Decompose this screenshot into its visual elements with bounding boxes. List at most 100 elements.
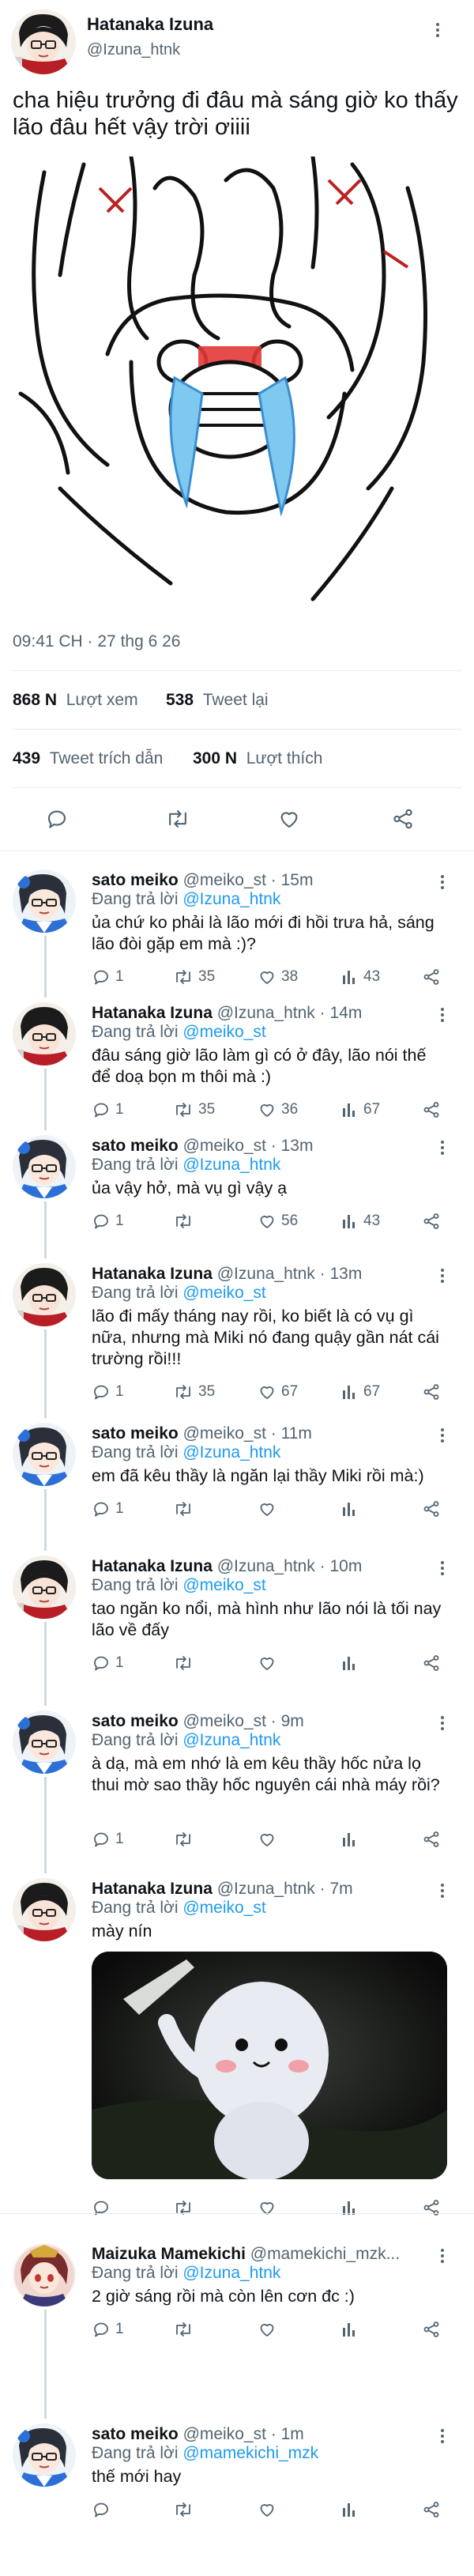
reply-author[interactable]: sato meiko @meiko_st · 1m [92, 2425, 304, 2444]
reply-button[interactable]: 1 [92, 1209, 124, 1234]
avatar-izuna[interactable] [13, 1263, 76, 1326]
reply-icon[interactable] [41, 803, 73, 835]
share-button[interactable] [422, 1379, 441, 1405]
more-options-icon[interactable] [427, 19, 449, 41]
replying-to-link[interactable]: @Izuna_htnk [182, 890, 280, 908]
likes-stat[interactable]: 300 N Lượt thích [193, 749, 322, 768]
retweet-button[interactable]: 35 [173, 1097, 215, 1122]
avatar-meiko[interactable] [13, 1423, 76, 1486]
reply-button[interactable] [92, 2195, 115, 2220]
share-button[interactable] [422, 2497, 441, 2522]
share-button[interactable] [422, 1827, 441, 1852]
retweet-button[interactable] [173, 1209, 198, 1234]
views-button[interactable] [341, 2317, 363, 2342]
replying-to-link[interactable]: @Izuna_htnk [182, 1443, 280, 1461]
reply-button[interactable]: 1 [92, 1827, 124, 1852]
avatar-izuna[interactable] [13, 1878, 76, 1941]
replying-to-link[interactable]: @mamekichi_mzk [182, 2444, 318, 2462]
replying-to-link[interactable]: @Izuna_htnk [182, 2264, 280, 2282]
share-button[interactable] [422, 2195, 441, 2220]
replying-to-link[interactable]: @meiko_st [182, 1899, 265, 1917]
avatar-meiko[interactable] [13, 869, 76, 933]
more-options-icon[interactable] [431, 1712, 453, 1734]
share-button[interactable] [422, 1650, 441, 1676]
reply-button[interactable] [92, 2497, 115, 2522]
like-button[interactable] [258, 2317, 281, 2342]
views-button[interactable]: 43 [341, 964, 380, 990]
share-button[interactable] [422, 1496, 441, 1522]
views-button[interactable]: 67 [341, 1379, 380, 1405]
avatar-meiko[interactable] [13, 1135, 76, 1198]
avatar-meiko[interactable] [13, 2423, 76, 2487]
quotes-stat[interactable]: 439 Tweet trích dẫn [13, 749, 163, 768]
views-button[interactable] [341, 1827, 363, 1852]
more-options-icon[interactable] [431, 2425, 453, 2447]
avatar-izuna[interactable] [11, 9, 76, 74]
author-name[interactable]: Hatanaka Izuna [87, 14, 213, 35]
share-button[interactable] [422, 1097, 441, 1122]
reply-button[interactable]: 1 [92, 964, 124, 990]
views-button[interactable] [341, 1496, 363, 1522]
more-options-icon[interactable] [431, 1880, 453, 1902]
reply-author[interactable]: Hatanaka Izuna @Izuna_htnk · 10m [92, 1557, 362, 1576]
like-button[interactable]: 67 [258, 1379, 298, 1405]
like-button[interactable] [258, 2497, 281, 2522]
retweet-button[interactable] [173, 1827, 198, 1852]
views-button[interactable]: 67 [341, 1097, 380, 1122]
retweet-button[interactable] [173, 1650, 198, 1676]
reply-author[interactable]: Maizuka Mamekichi @mamekichi_mzk... [92, 2245, 400, 2264]
replying-to-link[interactable]: @meiko_st [182, 1023, 265, 1041]
reply-button[interactable]: 1 [92, 1496, 124, 1522]
like-button[interactable]: 38 [258, 964, 298, 990]
like-button[interactable] [258, 1496, 281, 1522]
retweets-stat[interactable]: 538 Tweet lại [166, 691, 269, 710]
avatar-izuna[interactable] [13, 1556, 76, 1619]
share-button[interactable] [422, 2317, 441, 2342]
like-button[interactable] [258, 1650, 281, 1676]
reply-author[interactable]: Hatanaka Izuna @Izuna_htnk · 13m [92, 1265, 362, 1284]
retweet-button[interactable] [173, 2195, 198, 2220]
retweet-icon[interactable] [162, 803, 194, 835]
views-button[interactable] [341, 1650, 363, 1676]
retweet-button[interactable]: 35 [173, 964, 215, 990]
avatar-meiko[interactable] [13, 1710, 76, 1774]
replying-to-link[interactable]: @Izuna_htnk [182, 1156, 280, 1174]
replying-to-link[interactable]: @meiko_st [182, 1576, 265, 1594]
tweet-image[interactable] [13, 157, 447, 605]
views-button[interactable]: 43 [341, 1209, 380, 1234]
reply-author[interactable]: sato meiko @meiko_st · 15m [92, 871, 313, 890]
reply-author[interactable]: Hatanaka Izuna @Izuna_htnk · 14m [92, 1004, 362, 1023]
like-button[interactable] [258, 2195, 281, 2220]
replying-to-link[interactable]: @Izuna_htnk [182, 1731, 280, 1749]
more-options-icon[interactable] [431, 2245, 453, 2267]
more-options-icon[interactable] [431, 1424, 453, 1446]
reply-author[interactable]: Hatanaka Izuna @Izuna_htnk · 7m [92, 1880, 353, 1899]
more-options-icon[interactable] [431, 1004, 453, 1026]
reply-button[interactable]: 1 [92, 1379, 124, 1405]
reply-image[interactable] [92, 1952, 447, 2179]
share-button[interactable] [422, 1209, 441, 1234]
reply-button[interactable]: 1 [92, 1097, 124, 1122]
reply-author[interactable]: sato meiko @meiko_st · 9m [92, 1712, 304, 1731]
like-button[interactable] [258, 1827, 281, 1852]
retweet-button[interactable] [173, 2497, 198, 2522]
views-stat[interactable]: 868 N Lượt xem [13, 691, 138, 710]
like-button[interactable]: 56 [258, 1209, 298, 1234]
tweet-timestamp[interactable]: 09:41 CH · 27 thg 6 26 [13, 632, 180, 651]
more-options-icon[interactable] [431, 1557, 453, 1579]
retweet-button[interactable]: 35 [173, 1379, 215, 1405]
like-button[interactable]: 36 [258, 1097, 298, 1122]
reply-author[interactable]: sato meiko @meiko_st · 13m [92, 1137, 313, 1156]
more-options-icon[interactable] [431, 1137, 453, 1159]
reply-author[interactable]: sato meiko @meiko_st · 11m [92, 1424, 312, 1443]
views-button[interactable] [341, 2195, 363, 2220]
retweet-button[interactable] [173, 1496, 198, 1522]
avatar-izuna[interactable] [13, 1002, 76, 1065]
like-icon[interactable] [273, 803, 305, 835]
avatar-maizuka[interactable] [13, 2243, 76, 2306]
replying-to-link[interactable]: @meiko_st [182, 1284, 265, 1302]
views-button[interactable] [341, 2497, 363, 2522]
share-button[interactable] [422, 964, 441, 990]
more-options-icon[interactable] [431, 871, 453, 893]
reply-button[interactable]: 1 [92, 2317, 124, 2342]
